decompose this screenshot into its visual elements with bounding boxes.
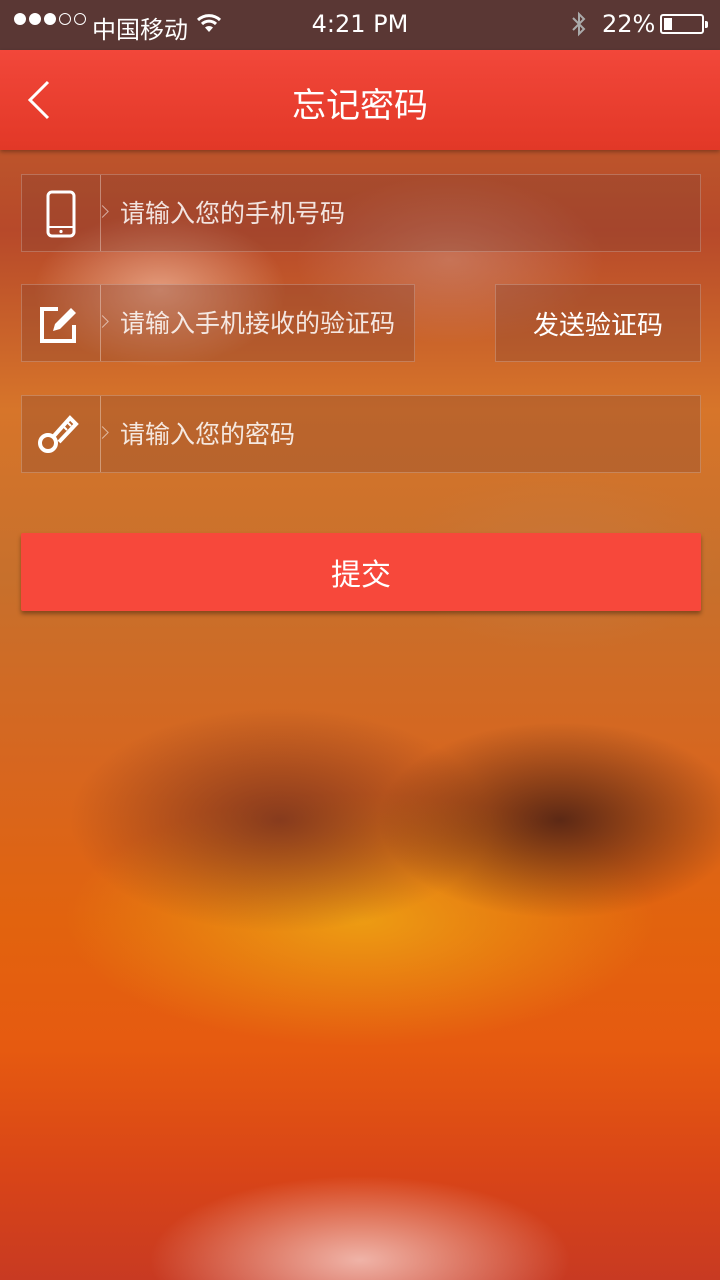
battery-percentage: 22% — [602, 10, 656, 38]
bluetooth-icon — [572, 11, 586, 37]
phone-field[interactable] — [21, 174, 701, 252]
password-field[interactable] — [21, 395, 701, 473]
status-bar: 中国移动 4:21 PM 22% — [0, 0, 720, 50]
mobile-phone-icon — [46, 190, 76, 238]
edit-icon — [40, 307, 76, 343]
verification-code-input[interactable] — [120, 285, 412, 361]
verification-code-field[interactable] — [21, 284, 415, 362]
key-icon — [38, 415, 79, 453]
page-title: 忘记密码 — [292, 86, 428, 126]
battery-icon — [660, 14, 708, 34]
phone-input[interactable] — [120, 175, 680, 251]
send-code-button[interactable]: 发送验证码 — [495, 284, 701, 362]
navigation-bar: 忘记密码 — [0, 50, 720, 150]
submit-button[interactable]: 提交 — [21, 533, 701, 611]
password-input[interactable] — [120, 396, 680, 472]
